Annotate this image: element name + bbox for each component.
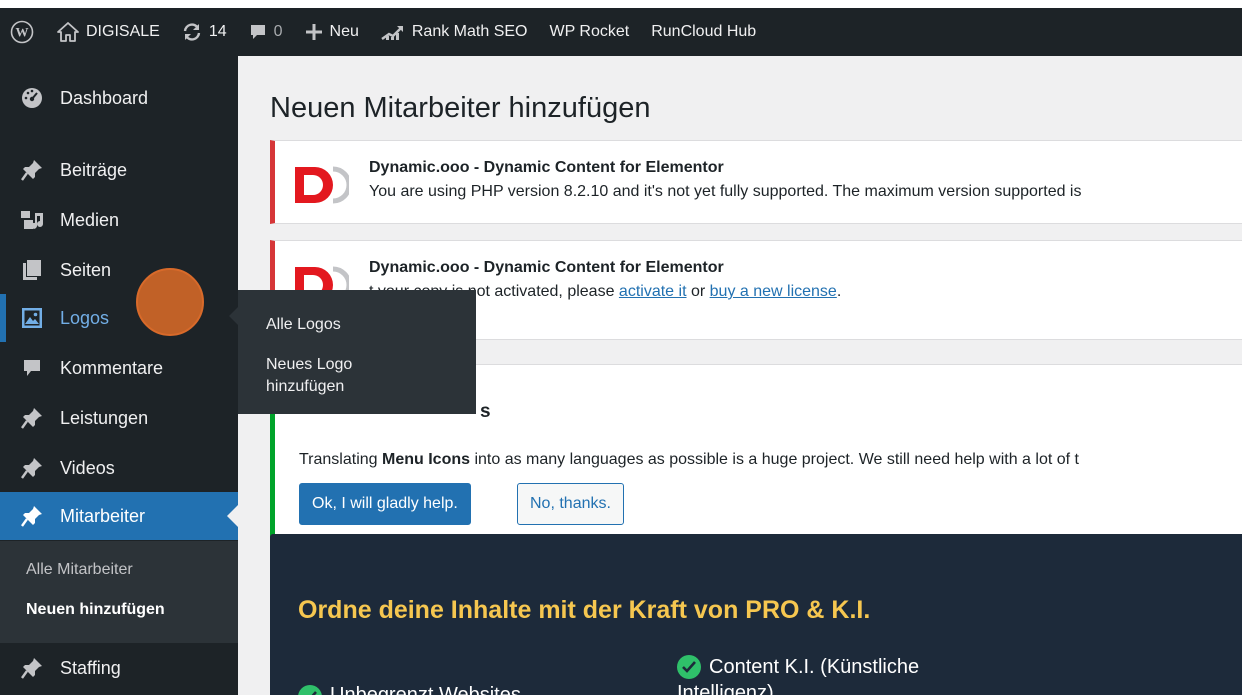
dynamic-ooo-logo-icon [295,166,349,204]
media-icon [21,211,43,229]
new-content-link[interactable]: Neu [294,8,370,56]
active-indicator [227,505,238,527]
no-thanks-button[interactable]: No, thanks. [517,483,624,525]
flyout-item-line: Neues Logo [266,356,353,373]
notice-heading: s [480,401,491,422]
promo-heading: Ordne deine Inhalte mit der Kraft von PR… [298,596,871,624]
sidebar-item-label: Dashboard [60,87,149,108]
sidebar-item-label: Leistungen [60,407,149,428]
notice-text: . [836,283,842,300]
admin-bar: W DIGISALE 14 0 Neu Rank Math SEO WP Roc… [0,8,1242,56]
notice-text: or [686,283,710,300]
buy-license-link[interactable]: buy a new license [710,283,837,300]
updates-count: 14 [208,23,227,40]
notice-message: You are using PHP version 8.2.10 and it'… [369,183,1082,200]
notice-message: Translating Menu Icons into as many lang… [299,451,1079,469]
gladly-help-button[interactable]: Ok, I will gladly help. [299,483,471,525]
sidebar-item-label: Kommentare [60,357,164,378]
flyout-item-line: hinzufügen [266,378,345,395]
wp-rocket-link[interactable]: WP Rocket [538,8,640,56]
page-title: Neuen Mitarbeiter hinzufügen [270,92,651,124]
dashboard-icon [22,88,42,108]
comments-count: 0 [273,23,283,40]
mitarbeiter-submenu: Alle Mitarbeiter Neuen hinzufügen [0,541,238,643]
wp-admin-frame: W DIGISALE 14 0 Neu Rank Math SEO WP Roc… [0,8,1242,695]
pro-promo-banner: Ordne deine Inhalte mit der Kraft von PR… [270,534,1242,695]
comment-icon [24,360,40,376]
rank-math-label: Rank Math SEO [411,23,528,40]
sidebar-item-videos[interactable]: Videos [0,444,238,492]
sidebar-item-label: Seiten [60,259,112,280]
flyout-item-alle-logos[interactable]: Alle Logos [266,314,341,336]
pin-icon [21,458,42,479]
sidebar-item-label: Videos [60,457,115,478]
svg-text:W: W [16,25,29,40]
notice-text: Translating [299,451,382,468]
comment-icon [250,25,265,39]
sidebar-item-label: Logos [60,307,110,328]
pages-icon [23,260,41,280]
sidebar-item-staffing[interactable]: Staffing [0,644,238,692]
sidebar-item-leistungen[interactable]: Leistungen [0,394,238,442]
promo-feature-line: Content K.I. (Künstliche [709,656,920,678]
promo-feature: Content K.I. (Künstliche Intelligenz) [677,654,919,695]
sidebar-item-kommentare[interactable]: Kommentare [0,344,238,392]
admin-sidebar: Dashboard Beiträge Medien Seiten Logos K… [0,56,238,695]
notice-title: Dynamic.ooo - Dynamic Content for Elemen… [369,159,724,176]
plus-icon [305,24,322,40]
check-circle-icon [677,655,701,679]
activate-link[interactable]: activate it [619,283,687,300]
sidebar-item-beitraege[interactable]: Beiträge [0,146,238,194]
promo-feature-text: Unbegrenzt Websites [330,684,521,695]
sidebar-item-label: Beiträge [60,159,128,180]
site-name: DIGISALE [86,23,160,40]
home-icon [57,22,79,42]
promo-feature-line: Intelligenz) [677,682,774,695]
site-name-link[interactable]: DIGISALE [46,8,171,56]
logos-flyout-menu: Alle Logos Neues Logo hinzufügen [229,290,476,414]
new-label: Neu [329,23,359,40]
sidebar-item-mitarbeiter[interactable]: Mitarbeiter [0,492,238,540]
promo-feature-text: Content K.I. (Künstliche Intelligenz) [677,654,920,695]
sidebar-item-label: Mitarbeiter [60,505,146,526]
notice-bold-text: Menu Icons [382,451,471,468]
submenu-item-alle-mitarbeiter[interactable]: Alle Mitarbeiter [26,561,133,579]
notice-text: into as many languages as possible is a … [470,451,1079,468]
click-highlight-indicator [136,268,204,336]
sidebar-item-seiten[interactable]: Seiten [0,246,238,294]
sidebar-item-dashboard[interactable]: Dashboard [0,74,238,122]
sidebar-item-label: Medien [60,209,120,230]
comments-link[interactable]: 0 [238,8,294,56]
flyout-arrow [229,307,238,325]
wp-rocket-label: WP Rocket [549,23,630,40]
flyout-item-neues-logo[interactable]: Neues Logo hinzufügen [266,354,352,398]
notice-title: Dynamic.ooo - Dynamic Content for Elemen… [369,259,724,276]
dynamic-ooo-php-notice: Dynamic.ooo - Dynamic Content for Elemen… [270,140,1242,224]
pin-icon [21,506,42,527]
rank-math-link[interactable]: Rank Math SEO [370,8,539,56]
check-circle-icon [298,685,322,695]
runcloud-hub-link[interactable]: RunCloud Hub [640,8,767,56]
submenu-item-neuen-hinzufuegen[interactable]: Neuen hinzufügen [26,601,165,619]
sidebar-item-label: Staffing [60,657,121,678]
wordpress-icon: W [10,20,34,44]
sidebar-item-medien[interactable]: Medien [0,196,238,244]
pin-icon [21,658,42,679]
updates-link[interactable]: 14 [171,8,238,56]
image-icon [22,308,42,328]
wordpress-logo-button[interactable]: W [0,8,46,56]
rank-math-icon [381,26,403,40]
pin-icon [21,160,42,181]
runcloud-hub-label: RunCloud Hub [651,23,757,40]
promo-feature: Unbegrenzt Websites [298,684,521,695]
pin-icon [21,408,42,429]
updates-icon [183,23,201,41]
